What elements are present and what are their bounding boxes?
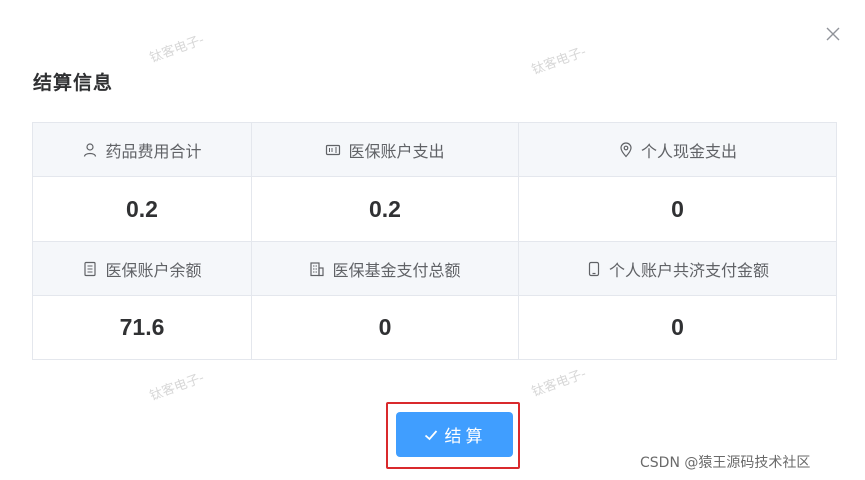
value-drug-cost-total: 0.2 <box>33 177 252 242</box>
label-insurance-account-balance: 医保账户余额 <box>33 242 252 296</box>
label-text: 医保基金支付总额 <box>332 260 461 280</box>
label-personal-account-mutual-payment: 个人账户共济支付金额 <box>519 242 836 296</box>
value-insurance-account-expense: 0.2 <box>252 177 519 242</box>
card-icon <box>325 142 341 158</box>
label-insurance-fund-payment-total: 医保基金支付总额 <box>252 242 519 296</box>
close-icon[interactable] <box>826 26 840 45</box>
watermark: 钛客电子- <box>529 44 589 79</box>
settlement-info-grid: 药品费用合计 医保账户支出 个人现金支出 0.2 0.2 0 医保账户余额 医保… <box>32 122 837 360</box>
user-icon <box>82 142 98 158</box>
mobile-icon <box>586 261 602 277</box>
value-insurance-fund-payment-total: 0 <box>252 296 519 359</box>
document-icon <box>82 261 98 277</box>
label-text: 医保账户支出 <box>348 141 445 161</box>
label-text: 药品费用合计 <box>105 141 202 161</box>
watermark: 钛客电子- <box>147 370 207 405</box>
settlement-dialog: 结算信息 药品费用合计 医保账户支出 个人现金支出 0.2 0.2 0 医保账户… <box>0 0 865 480</box>
close-button[interactable] <box>822 24 844 46</box>
label-text: 个人账户共济支付金额 <box>608 260 769 280</box>
label-text: 个人现金支出 <box>640 141 737 161</box>
settle-button[interactable]: 结算 <box>396 412 513 457</box>
watermark: 钛客电子- <box>147 32 207 67</box>
value-personal-cash-expense: 0 <box>519 177 836 242</box>
value-insurance-account-balance: 71.6 <box>33 296 252 359</box>
label-insurance-account-expense: 医保账户支出 <box>252 123 519 177</box>
dialog-title: 结算信息 <box>33 72 114 94</box>
watermark: 钛客电子- <box>529 366 589 401</box>
settle-button-label: 结算 <box>444 427 487 447</box>
label-text: 医保账户余额 <box>105 260 202 280</box>
label-drug-cost-total: 药品费用合计 <box>33 123 252 177</box>
label-personal-cash-expense: 个人现金支出 <box>519 123 836 177</box>
check-icon <box>423 427 439 443</box>
location-icon <box>618 141 634 158</box>
footer-credit: CSDN @猿王源码技术社区 <box>640 455 811 471</box>
building-icon <box>309 261 325 277</box>
value-personal-account-mutual-payment: 0 <box>519 296 836 359</box>
